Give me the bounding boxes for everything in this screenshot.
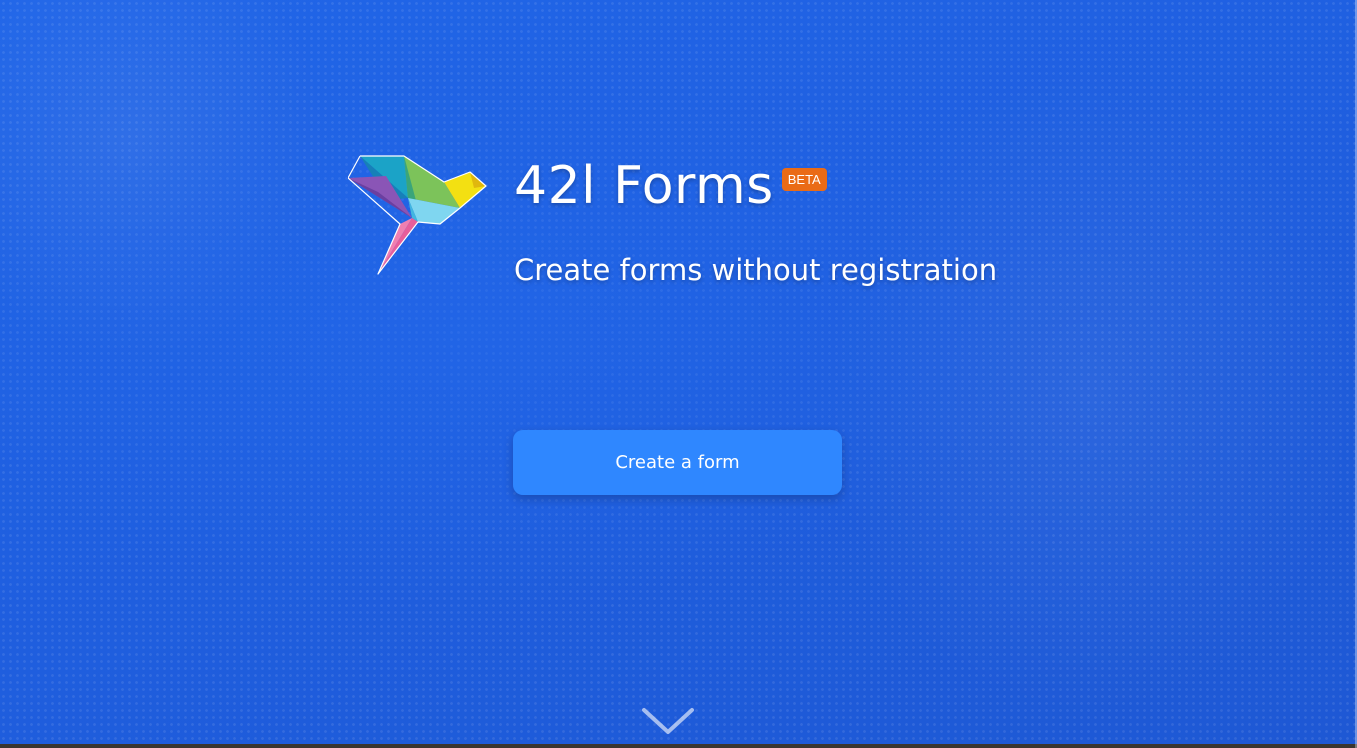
- beta-badge: BETA: [781, 168, 827, 191]
- background-glow: [0, 0, 1357, 748]
- hero-section: 42l Forms BETA Create forms without regi…: [0, 0, 1357, 748]
- origami-bird-logo-icon: [348, 155, 487, 275]
- brand-heading: 42l Forms BETA: [514, 150, 827, 222]
- page-title: 42l Forms: [514, 156, 774, 216]
- chevron-down-icon[interactable]: [640, 704, 696, 738]
- next-section-edge: [0, 744, 1357, 748]
- create-form-button[interactable]: Create a form: [513, 430, 842, 495]
- tagline: Create forms without registration: [514, 253, 998, 287]
